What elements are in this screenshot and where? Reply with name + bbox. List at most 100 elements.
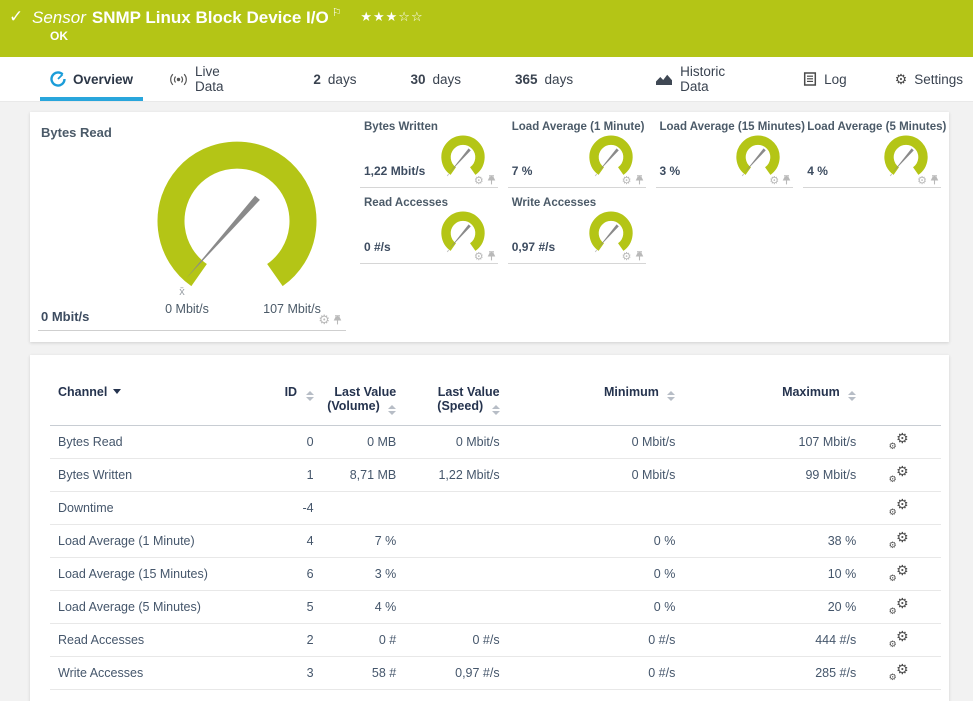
channel-id: 2 — [252, 624, 314, 657]
tab-365-days[interactable]: 365 days — [505, 61, 583, 101]
channel-actions-cell: ⚙ ⚙ — [856, 525, 941, 558]
sort-icon — [667, 391, 675, 401]
column-header-actions — [856, 379, 941, 426]
channel-name: Bytes Read — [50, 426, 252, 459]
star-icon[interactable]: ★ — [373, 9, 386, 24]
channel-actions-cell: ⚙ ⚙ — [856, 459, 941, 492]
channel-settings-button[interactable]: ⚙ ⚙ — [889, 432, 909, 450]
maximum-value: 444 #/s — [675, 624, 856, 657]
channel-name: Downtime — [50, 492, 252, 525]
tab-30-days[interactable]: 30 days — [400, 61, 471, 101]
channel-settings-button[interactable]: ⚙ ⚙ — [889, 663, 909, 681]
sort-icon — [306, 391, 314, 401]
gauge-settings-gear-icon[interactable]: ⚙ — [917, 174, 927, 187]
last-value-speed — [396, 492, 499, 525]
column-header-last-value-volume[interactable]: Last Value (Volume) — [314, 379, 397, 426]
gauge-panel-controls: ⚙ — [474, 250, 496, 263]
maximum-value: 285 #/s — [675, 657, 856, 690]
column-header-id[interactable]: ID — [252, 379, 314, 426]
channel-settings-button[interactable]: ⚙ ⚙ — [889, 597, 909, 615]
gauge-title: Read Accesses — [364, 197, 448, 209]
pin-icon[interactable] — [487, 175, 496, 186]
gear-icon: ⚙ — [896, 463, 909, 480]
tab-settings[interactable]: ⚙ Settings — [885, 61, 973, 101]
sort-icon — [388, 405, 396, 415]
pin-icon[interactable] — [333, 315, 342, 326]
gauge-settings-gear-icon[interactable]: ⚙ — [474, 174, 484, 187]
object-kind-label: Sensor — [32, 8, 86, 27]
channel-name: Read Accesses — [50, 624, 252, 657]
channel-settings-button[interactable]: ⚙ ⚙ — [889, 465, 909, 483]
star-icon[interactable]: ★ — [386, 9, 399, 24]
gauge-needle — [597, 148, 618, 172]
last-value-volume: 8,71 MB — [314, 459, 397, 492]
channel-settings-button[interactable]: ⚙ ⚙ — [889, 630, 909, 648]
gear-small-icon: ⚙ — [889, 540, 897, 551]
gauge-panel-controls: ⚙ — [318, 312, 342, 328]
small-gauge-load-15min: Load Average (15 Minutes) 3 % ⚙ — [656, 112, 794, 188]
star-icon[interactable]: ☆ — [411, 9, 424, 24]
maximum-value: 99 Mbit/s — [675, 459, 856, 492]
tab-historic-data[interactable]: Historic Data — [645, 61, 759, 101]
channel-row: Load Average (1 Minute)47 %0 %38 % ⚙ ⚙ — [50, 525, 941, 558]
channel-id: 4 — [252, 525, 314, 558]
star-icon[interactable]: ☆ — [398, 9, 411, 24]
pin-icon[interactable] — [782, 175, 791, 186]
gauge-settings-gear-icon[interactable]: ⚙ — [318, 312, 330, 328]
gear-icon: ⚙ — [896, 628, 909, 645]
channel-settings-button[interactable]: ⚙ ⚙ — [889, 498, 909, 516]
column-header-last-value-speed[interactable]: Last Value (Speed) — [396, 379, 499, 426]
column-header-minimum[interactable]: Minimum — [500, 379, 676, 426]
gauge-settings-gear-icon[interactable]: ⚙ — [622, 174, 632, 187]
pin-icon[interactable] — [635, 251, 644, 262]
channel-name: Load Average (1 Minute) — [50, 525, 252, 558]
minimum-value: 0 % — [500, 525, 676, 558]
gauge-settings-gear-icon[interactable]: ⚙ — [474, 250, 484, 263]
prtg-sensor-page: ✓ SensorSNMP Linux Block Device I/O⚐ ★★★… — [0, 0, 973, 701]
gauge-needle — [187, 196, 260, 278]
gauge-needle — [745, 148, 766, 172]
gauge-panel-controls: ⚙ — [769, 174, 791, 187]
tab-2-days[interactable]: 2 days — [303, 61, 366, 101]
tab-log[interactable]: Log — [793, 61, 857, 101]
channel-id: 3 — [252, 657, 314, 690]
gear-icon: ⚙ — [896, 496, 909, 513]
gear-small-icon: ⚙ — [889, 441, 897, 452]
flag-icon[interactable]: ⚐ — [332, 7, 342, 19]
last-value-volume: 0 # — [314, 624, 397, 657]
gear-icon: ⚙ — [895, 72, 908, 86]
pin-icon[interactable] — [487, 251, 496, 262]
gauge-value: 0,97 #/s — [512, 240, 555, 254]
small-gauge-load-5min: Load Average (5 Minutes) 4 % ⚙ — [803, 112, 941, 188]
tab-live-data[interactable]: Live Data — [159, 61, 255, 101]
channel-id: 6 — [252, 558, 314, 591]
gauge-title: Load Average (15 Minutes) — [660, 121, 806, 133]
channel-id: -4 — [252, 492, 314, 525]
gauge-title: Bytes Read — [41, 125, 112, 140]
gauge-needle — [449, 224, 470, 248]
gauge-title: Load Average (5 Minutes) — [807, 121, 946, 133]
gauge-settings-gear-icon[interactable]: ⚙ — [622, 250, 632, 263]
pin-icon[interactable] — [930, 175, 939, 186]
gauge-needle — [893, 148, 914, 172]
small-gauge-load-1min: Load Average (1 Minute) 7 % ⚙ — [508, 112, 646, 188]
column-header-maximum[interactable]: Maximum — [675, 379, 856, 426]
channel-row: Write Accesses358 #0,97 #/s0 #/s285 #/s … — [50, 657, 941, 690]
gauge-settings-gear-icon[interactable]: ⚙ — [769, 174, 779, 187]
sort-icon — [848, 391, 856, 401]
average-marker: x̄ — [179, 286, 185, 298]
last-value-speed: 0 #/s — [396, 624, 499, 657]
channel-settings-button[interactable]: ⚙ ⚙ — [889, 531, 909, 549]
gauge-title: Load Average (1 Minute) — [512, 121, 645, 133]
column-header-channel[interactable]: Channel — [50, 379, 252, 426]
channel-settings-button[interactable]: ⚙ ⚙ — [889, 564, 909, 582]
pin-icon[interactable] — [635, 175, 644, 186]
channel-row: Bytes Written18,71 MB1,22 Mbit/s0 Mbit/s… — [50, 459, 941, 492]
small-gauge-bytes-written: Bytes Written 1,22 Mbit/s ⚙ — [360, 112, 498, 188]
tab-overview[interactable]: Overview — [40, 61, 143, 101]
channel-row: Downtime-4 ⚙ ⚙ — [50, 492, 941, 525]
channel-id: 1 — [252, 459, 314, 492]
gauge-value: 0 #/s — [364, 240, 391, 254]
star-icon[interactable]: ★ — [360, 9, 373, 24]
priority-stars[interactable]: ★★★☆☆ — [360, 9, 423, 24]
